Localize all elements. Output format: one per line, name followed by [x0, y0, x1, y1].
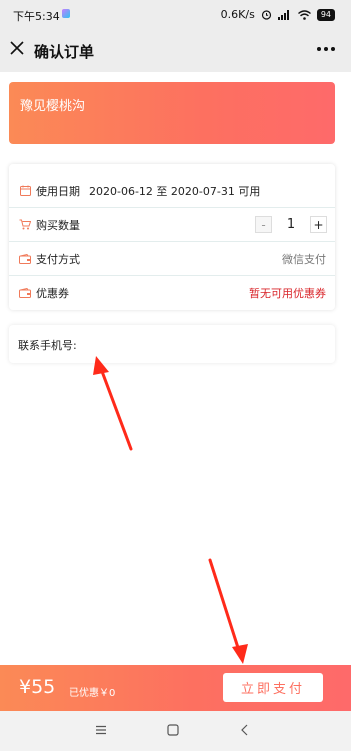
page-title: 确认订单	[34, 43, 95, 61]
app-header: 确认订单	[0, 28, 351, 72]
app-notification-icon	[62, 9, 70, 18]
product-name: 豫见樱桃沟	[20, 99, 86, 114]
date-label: 使用日期	[36, 184, 80, 198]
decrement-button[interactable]: -	[255, 216, 272, 233]
contact-phone-label: 联系手机号:	[18, 339, 77, 352]
total-price: ¥55	[19, 676, 56, 698]
annotation-arrow-up	[93, 356, 133, 451]
battery-indicator: 94	[316, 8, 335, 21]
payment-row[interactable]: 支付方式 微信支付	[9, 242, 335, 275]
wifi-icon	[297, 9, 311, 20]
product-banner: 豫见樱桃沟	[9, 82, 335, 144]
coupon-label: 优惠券	[36, 286, 69, 300]
wallet-icon	[19, 253, 31, 265]
payment-label: 支付方式	[36, 252, 80, 266]
date-value: 2020-06-12 至 2020-07-31 可用	[89, 184, 261, 198]
coupon-row[interactable]: 优惠券 暂无可用优惠券	[9, 276, 335, 309]
menu-nav-icon[interactable]	[94, 723, 108, 737]
status-indicators: 0.6K/s 94	[221, 8, 335, 21]
coupon-icon	[19, 287, 31, 299]
calendar-icon	[19, 185, 31, 197]
order-info-card: 使用日期 2020-06-12 至 2020-07-31 可用 购买数量 - 1…	[9, 164, 335, 310]
payment-value: 微信支付	[282, 252, 326, 266]
alarm-icon	[261, 10, 271, 20]
date-row: 使用日期 2020-06-12 至 2020-07-31 可用	[9, 174, 335, 207]
more-icon[interactable]	[317, 47, 335, 51]
network-speed: 0.6K/s	[220, 8, 255, 21]
close-icon[interactable]	[9, 40, 25, 56]
quantity-row: 购买数量 - 1 +	[9, 208, 335, 241]
annotation-arrow-down	[208, 558, 248, 664]
quantity-value[interactable]: 1	[272, 217, 310, 232]
contact-phone-card[interactable]: 联系手机号:	[9, 325, 335, 363]
system-nav-bar	[0, 711, 351, 751]
home-nav-icon[interactable]	[166, 723, 180, 737]
payment-bar: ¥55 已优惠￥0 立即支付	[0, 665, 351, 711]
quantity-stepper: - 1 +	[255, 216, 327, 233]
discount-amount: 已优惠￥0	[69, 688, 116, 699]
status-time: 下午5:34	[13, 10, 60, 23]
increment-button[interactable]: +	[310, 216, 327, 233]
back-nav-icon[interactable]	[238, 723, 252, 737]
coupon-value: 暂无可用优惠券	[249, 286, 326, 300]
pay-now-button[interactable]: 立即支付	[223, 673, 323, 702]
status-bar: 下午5:34 0.6K/s 94	[0, 0, 351, 28]
signal-icon	[277, 9, 289, 20]
quantity-label: 购买数量	[36, 218, 80, 232]
cart-icon	[19, 219, 31, 231]
